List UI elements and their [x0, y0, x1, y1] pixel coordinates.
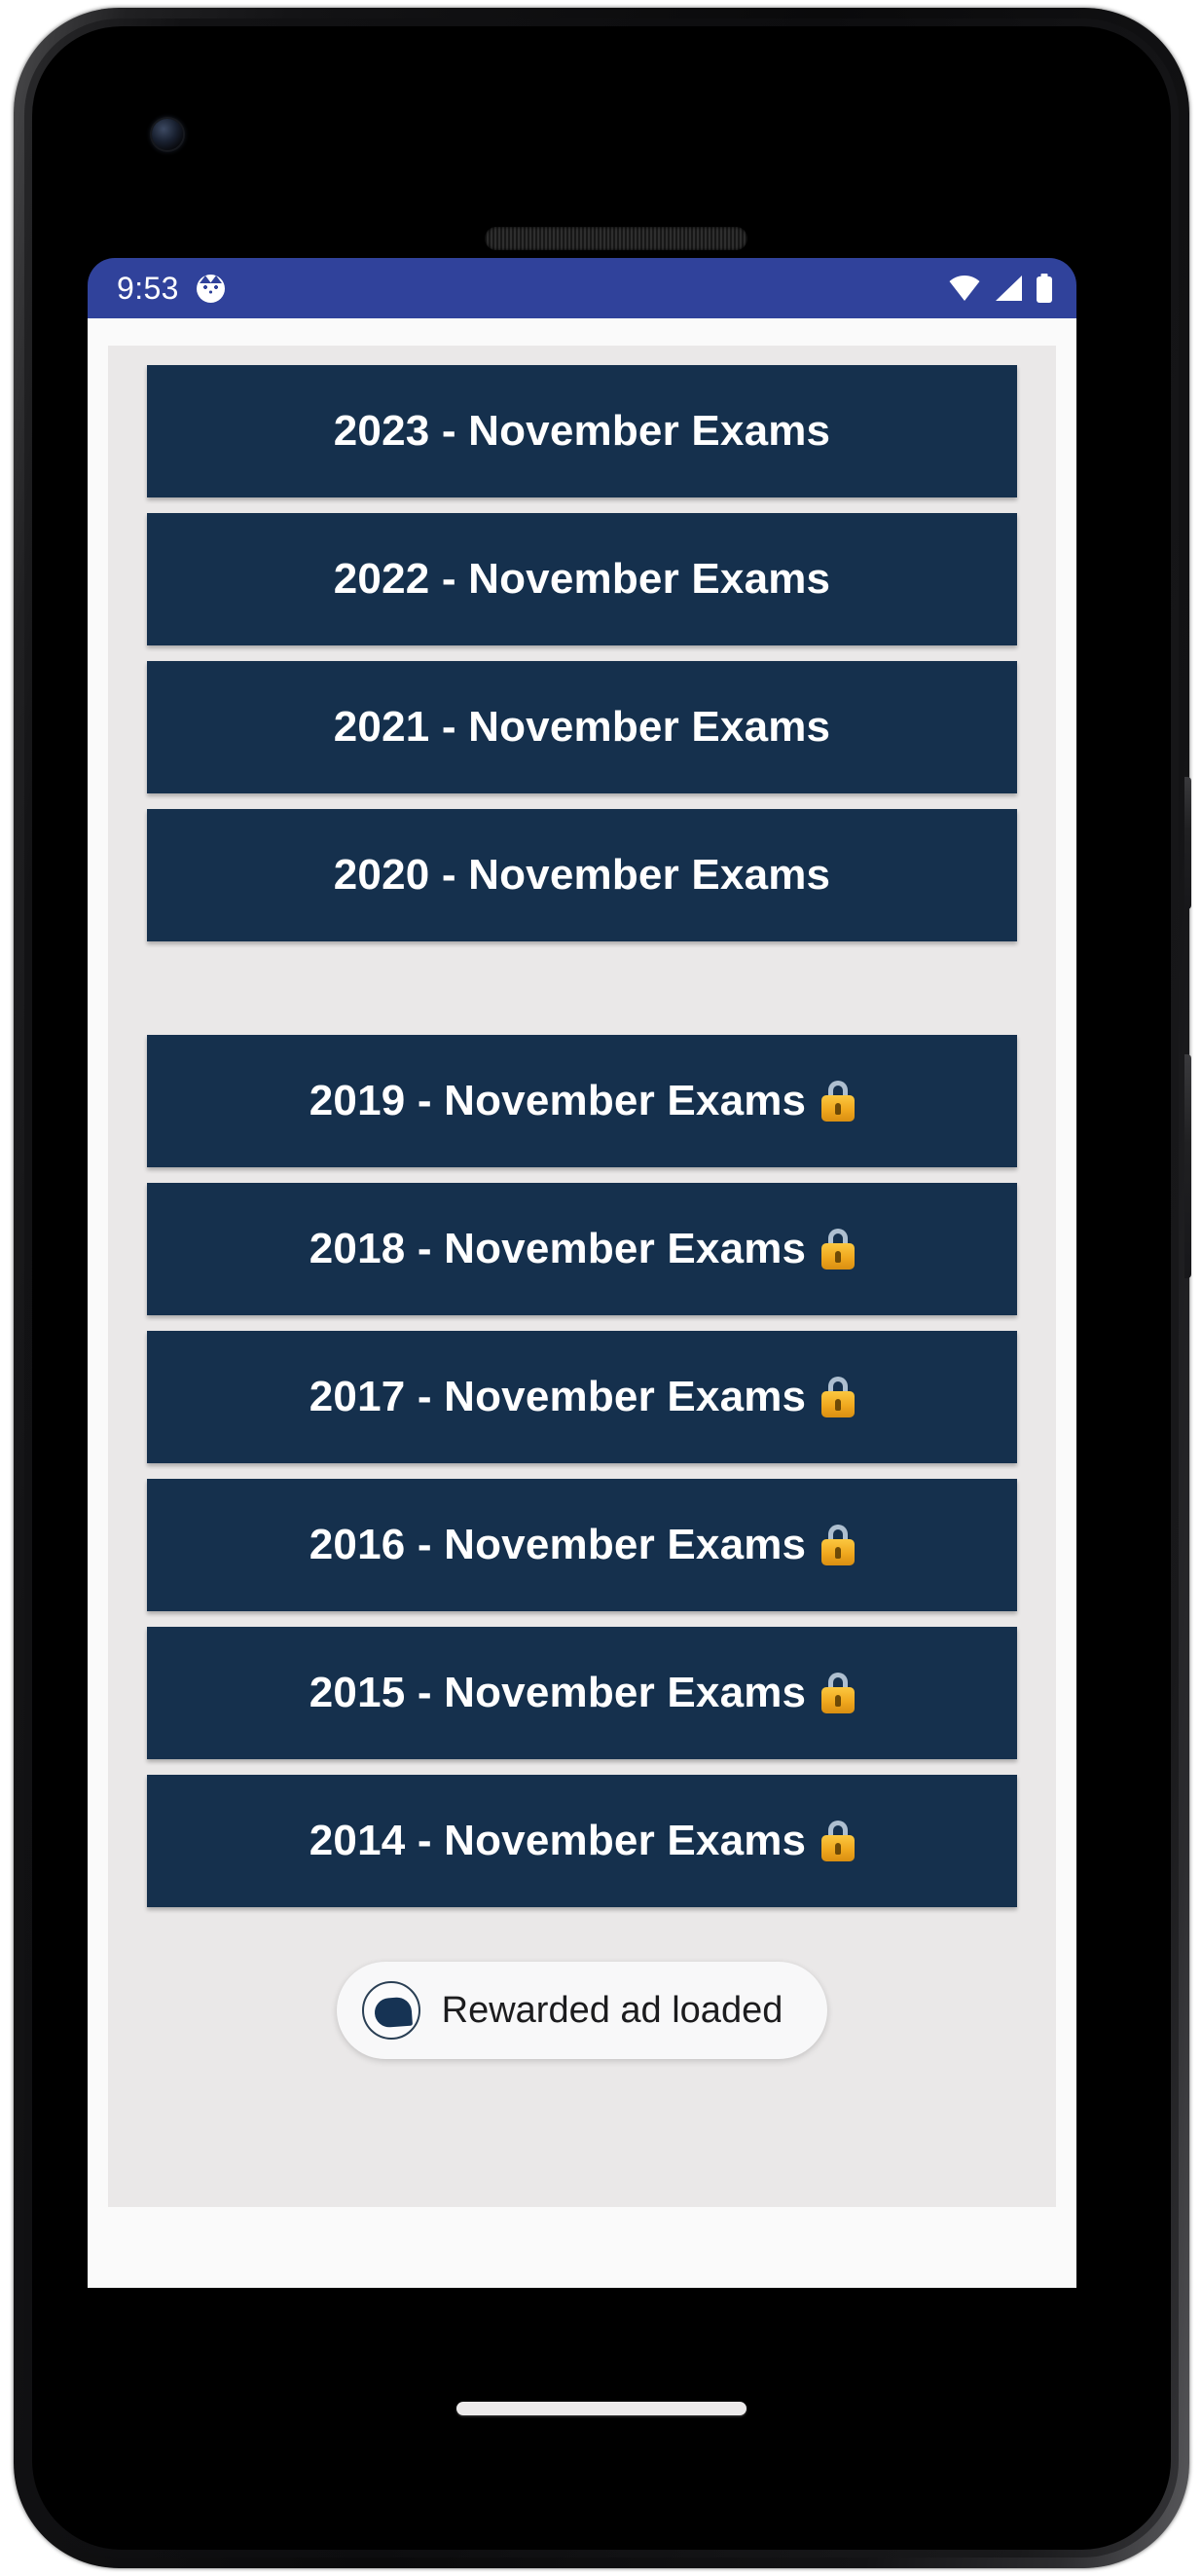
toast-message: Rewarded ad loaded	[441, 1989, 783, 2031]
exam-button-label: 2018 - November Exams	[309, 1225, 807, 1272]
exam-button-2019[interactable]: 2019 - November Exams	[147, 1035, 1017, 1167]
status-bar-left-group: 9:53	[117, 273, 225, 304]
rewarded-ad-toast[interactable]: Rewarded ad loaded	[336, 1962, 828, 2059]
exam-button-2015[interactable]: 2015 - November Exams	[147, 1627, 1017, 1759]
toast-container: Rewarded ad loaded	[108, 1962, 1056, 2059]
app-logo-blob	[373, 1996, 413, 2029]
exam-button-label: 2020 - November Exams	[333, 851, 831, 899]
exam-button-2020[interactable]: 2020 - November Exams	[147, 809, 1017, 941]
front-camera-icon	[152, 119, 183, 150]
lock-icon	[821, 1821, 856, 1861]
exam-button-label: 2016 - November Exams	[309, 1521, 807, 1568]
wifi-icon	[949, 276, 980, 301]
exam-button-label: 2017 - November Exams	[309, 1373, 807, 1420]
app-logo-icon	[361, 1981, 420, 2040]
lock-icon	[821, 1229, 856, 1270]
exam-button-2022[interactable]: 2022 - November Exams	[147, 513, 1017, 645]
lock-icon	[821, 1377, 856, 1417]
battery-full-icon	[1037, 274, 1052, 303]
home-gesture-bar[interactable]	[456, 2402, 747, 2415]
exam-button-2023[interactable]: 2023 - November Exams	[147, 365, 1017, 497]
status-bar: 9:53	[88, 258, 1076, 318]
exam-button-label: 2023 - November Exams	[333, 407, 831, 455]
exam-button-2021[interactable]: 2021 - November Exams	[147, 661, 1017, 793]
exam-button-label: 2022 - November Exams	[333, 555, 831, 603]
exam-button-2018[interactable]: 2018 - November Exams	[147, 1183, 1017, 1315]
app-surface: 2023 - November Exams 2022 - November Ex…	[88, 318, 1076, 2288]
exam-button-2016[interactable]: 2016 - November Exams	[147, 1479, 1017, 1611]
power-button[interactable]	[1184, 777, 1191, 909]
exam-button-label: 2021 - November Exams	[333, 703, 831, 751]
cat-avatar-icon	[196, 274, 225, 303]
lock-icon	[821, 1525, 856, 1565]
exam-button-label: 2015 - November Exams	[309, 1669, 807, 1716]
exam-button-2014[interactable]: 2014 - November Exams	[147, 1775, 1017, 1907]
earpiece-speaker-icon	[485, 227, 747, 250]
cat-face-detail	[200, 284, 220, 299]
volume-rocker-button[interactable]	[1184, 1054, 1191, 1278]
phone-device-frame: 9:53 2023 - November Exams 2022 - Novemb…	[14, 8, 1191, 2568]
lock-icon	[821, 1081, 856, 1122]
lock-icon	[821, 1673, 856, 1713]
exam-list-panel: 2023 - November Exams 2022 - November Ex…	[108, 346, 1056, 2207]
cellular-signal-icon	[996, 276, 1022, 301]
exam-button-label: 2014 - November Exams	[309, 1817, 807, 1864]
phone-screen: 9:53 2023 - November Exams 2022 - Novemb…	[42, 36, 1161, 2540]
exam-button-2017[interactable]: 2017 - November Exams	[147, 1331, 1017, 1463]
status-bar-clock: 9:53	[117, 271, 179, 306]
status-bar-right-group	[948, 274, 1053, 303]
exam-button-label: 2019 - November Exams	[309, 1077, 807, 1124]
